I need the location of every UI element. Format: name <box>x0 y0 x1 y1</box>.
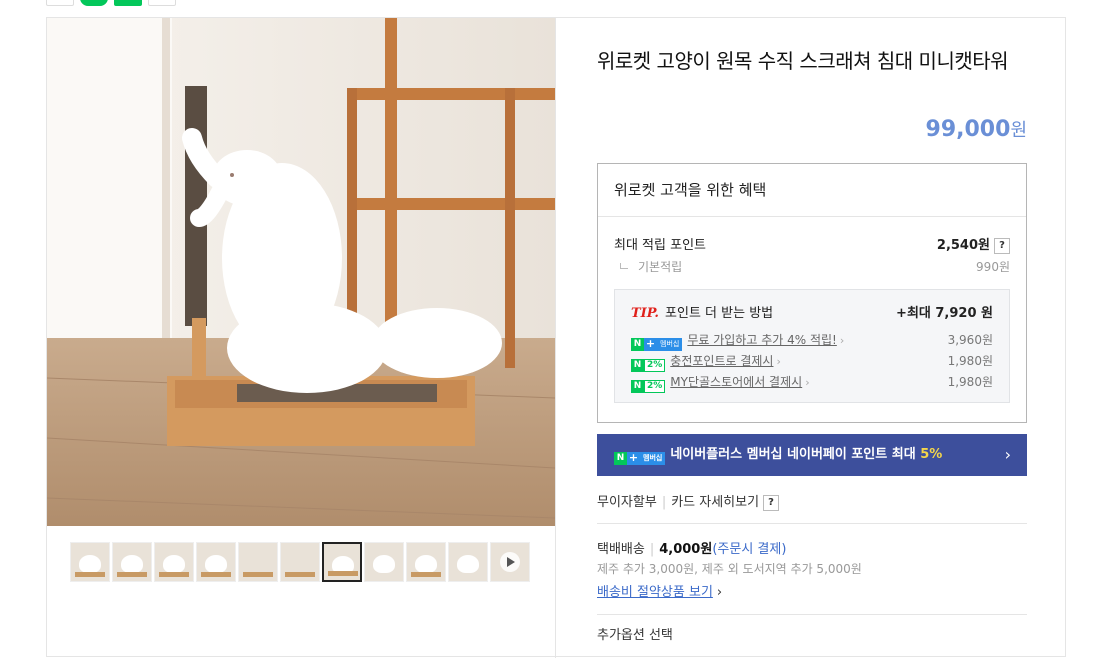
chevron-right-icon: › <box>839 334 845 347</box>
thumbnail-strip <box>70 542 530 582</box>
thumbnail-active[interactable] <box>322 542 362 582</box>
indent-icon <box>620 263 628 269</box>
base-points-value: 990원 <box>976 260 1010 274</box>
tip-row-membership[interactable]: N + 멤버십 무료 가입하고 추가 4% 적립! › 3,960원 <box>631 331 993 351</box>
banner-text: 네이버플러스 멤버십 네이버페이 포인트 최대 <box>670 447 921 462</box>
tip-mark: TIP. <box>631 306 659 321</box>
share-icon[interactable] <box>46 0 74 6</box>
tip-row-mystore[interactable]: N 2% MY단골스토어에서 결제시 › 1,980원 <box>631 373 993 393</box>
thumbnail[interactable] <box>70 542 110 582</box>
card-info-row: 무이자할부 | 카드 자세히보기? <box>597 491 780 511</box>
more-icon[interactable] <box>148 0 176 6</box>
card-details-link[interactable]: 카드 자세히보기 <box>671 495 759 510</box>
shipping-saver-label[interactable]: 배송비 절약상품 보기 <box>597 585 713 600</box>
tip-heading: 포인트 더 받는 방법 <box>665 306 774 321</box>
naver-plus-banner[interactable]: N + 멤버십 네이버플러스 멤버십 네이버페이 포인트 최대 5% › <box>597 434 1027 476</box>
max-points-amount: 2,540원 <box>936 238 990 253</box>
tip-link[interactable]: MY단골스토어에서 결제시 <box>670 375 802 389</box>
tip-box: TIP. 포인트 더 받는 방법 +최대 7,920 원 N + 멤버십 무료 가입하… <box>614 289 1010 403</box>
base-points-label: 기본적립 <box>638 260 683 274</box>
benefit-heading: 위로켓 고객을 위한 혜택 <box>598 164 1026 217</box>
tip-link[interactable]: 충전포인트로 결제시 <box>670 354 773 368</box>
tip-link[interactable]: 무료 가입하고 추가 4% 적립! <box>687 333 837 347</box>
max-points-label: 최대 적립 포인트 <box>614 238 706 253</box>
image-gallery <box>47 18 556 658</box>
npay-2pct-badge: N 2% <box>631 380 666 393</box>
chevron-right-icon: › <box>716 585 723 600</box>
banner-highlight: 5% <box>920 447 943 462</box>
max-points-row: 최대 적립 포인트 2,540원? <box>614 234 1010 254</box>
max-points-value: 2,540원? <box>937 234 1010 254</box>
thumbnail[interactable] <box>196 542 236 582</box>
product-title: 위로켓 고양이 원목 수직 스크래쳐 침대 미니캣타워 <box>597 49 1009 73</box>
tip-row-charge[interactable]: N 2% 충전포인트로 결제시 › 1,980원 <box>631 352 993 372</box>
price-unit: 원 <box>1010 120 1027 141</box>
play-icon <box>500 552 520 572</box>
thumbnail[interactable] <box>154 542 194 582</box>
product-price: 99,000원 <box>926 116 1027 142</box>
base-points-row: 기본적립 990원 <box>620 258 1010 275</box>
divider <box>597 614 1027 615</box>
shipping-saver-link[interactable]: 배송비 절약상품 보기 › <box>597 581 722 600</box>
benefit-box: 위로켓 고객을 위한 혜택 최대 적립 포인트 2,540원? 기본적립 990… <box>597 163 1027 423</box>
shipping-extra: 제주 추가 3,000원, 제주 외 도서지역 추가 5,000원 <box>597 562 862 576</box>
thumbnail[interactable] <box>448 542 488 582</box>
shipping-label: 택배배송 <box>597 542 645 557</box>
cat-scratcher-photo <box>47 18 555 526</box>
shipping-fee: 4,000원 <box>659 542 713 557</box>
talk-icon[interactable] <box>80 0 108 6</box>
chevron-right-icon: › <box>776 355 781 368</box>
shipping-row: 택배배송 | 4,000원(주문시 결제) <box>597 542 787 557</box>
tip-heading-row: TIP. 포인트 더 받는 방법 +최대 7,920 원 <box>631 302 993 321</box>
membership-badge: N + 멤버십 <box>631 338 683 351</box>
product-card: 위로켓 고양이 원목 수직 스크래쳐 침대 미니캣타워 99,000원 위로켓 … <box>46 17 1066 658</box>
chevron-right-icon: › <box>805 376 810 389</box>
shipping-payment: (주문시 결제) <box>712 542 787 557</box>
npay-2pct-badge: N 2% <box>631 359 666 372</box>
next-section-label: 추가옵션 선택 <box>597 628 673 643</box>
tip-value: 1,980원 <box>947 354 993 368</box>
product-main-image[interactable] <box>47 18 555 526</box>
thumbnail[interactable] <box>280 542 320 582</box>
help-icon[interactable]: ? <box>763 494 780 511</box>
chevron-right-icon: › <box>1004 445 1011 464</box>
thumbnail[interactable] <box>406 542 446 582</box>
installment-label: 무이자할부 <box>597 495 657 510</box>
share-icons <box>46 0 176 6</box>
thumbnail[interactable] <box>238 542 278 582</box>
tip-value: 3,960원 <box>947 333 993 347</box>
thumbnail[interactable] <box>364 542 404 582</box>
divider <box>597 523 1027 524</box>
tip-value: 1,980원 <box>947 375 993 389</box>
naver-icon[interactable] <box>114 0 142 6</box>
membership-badge: N + 멤버십 <box>614 452 666 465</box>
tip-max-value: +최대 7,920 원 <box>896 306 993 321</box>
help-icon[interactable]: ? <box>994 237 1010 254</box>
thumbnail[interactable] <box>112 542 152 582</box>
price-value: 99,000 <box>925 117 1011 142</box>
thumbnail-video[interactable] <box>490 542 530 582</box>
